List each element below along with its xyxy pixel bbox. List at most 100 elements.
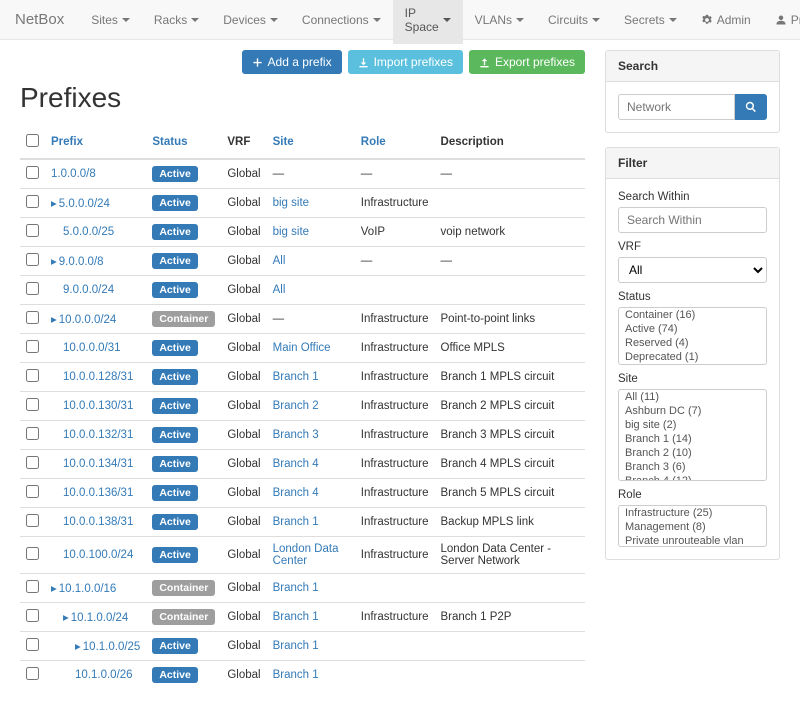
row-checkbox[interactable] (26, 638, 39, 651)
expand-icon[interactable]: ▸ (51, 198, 57, 210)
col-role[interactable]: Role (361, 136, 386, 148)
site-link[interactable]: big site (273, 197, 309, 209)
row-checkbox[interactable] (26, 311, 39, 324)
site-link[interactable]: Branch 1 (273, 371, 319, 383)
row-checkbox[interactable] (26, 580, 39, 593)
site-link[interactable]: Branch 1 (273, 516, 319, 528)
site-link[interactable]: All (273, 255, 286, 267)
row-checkbox[interactable] (26, 514, 39, 527)
prefix-link[interactable]: 10.0.0.134/31 (63, 458, 133, 470)
site-link[interactable]: big site (273, 226, 309, 238)
row-checkbox[interactable] (26, 369, 39, 382)
list-item[interactable]: Branch 4 (12) (619, 474, 766, 481)
site-link[interactable]: Branch 1 (273, 611, 319, 623)
search-input[interactable] (618, 94, 735, 120)
add-prefix-button[interactable]: Add a prefix (242, 50, 342, 74)
list-item[interactable]: Branch 3 (6) (619, 460, 766, 474)
prefix-link[interactable]: 10.0.0.0/31 (63, 342, 121, 354)
nav-profile[interactable]: Profile (763, 3, 800, 37)
list-item[interactable]: big site (2) (619, 418, 766, 432)
prefix-link[interactable]: 5.0.0.0/24 (59, 198, 110, 210)
site-link[interactable]: Branch 1 (273, 582, 319, 594)
status-badge: Active (152, 166, 198, 182)
prefix-link[interactable]: 10.0.100.0/24 (63, 549, 133, 561)
select-all-checkbox[interactable] (26, 134, 39, 147)
search-within-input[interactable] (618, 207, 767, 233)
row-checkbox[interactable] (26, 547, 39, 560)
expand-icon[interactable]: ▸ (75, 641, 81, 653)
row-checkbox[interactable] (26, 282, 39, 295)
list-item[interactable]: Infrastructure (25) (619, 506, 766, 520)
nav-secrets[interactable]: Secrets (612, 3, 689, 37)
row-checkbox[interactable] (26, 253, 39, 266)
site-link[interactable]: London Data Center (273, 543, 339, 567)
site-listbox[interactable]: All (11)Ashburn DC (7)big site (2)Branch… (618, 389, 767, 481)
prefix-link[interactable]: 10.0.0.138/31 (63, 516, 133, 528)
prefix-link[interactable]: 10.1.0.0/25 (83, 641, 141, 653)
expand-icon[interactable]: ▸ (51, 314, 57, 326)
vrf-select[interactable]: All (618, 257, 767, 283)
row-checkbox[interactable] (26, 485, 39, 498)
nav-admin[interactable]: Admin (689, 3, 763, 37)
list-item[interactable]: Branch 1 (14) (619, 432, 766, 446)
col-status[interactable]: Status (152, 136, 187, 148)
row-checkbox[interactable] (26, 667, 39, 680)
list-item[interactable]: Private unrouteable vlan (0) (619, 534, 766, 547)
site-link[interactable]: Branch 1 (273, 640, 319, 652)
prefix-link[interactable]: 10.1.0.0/26 (75, 669, 133, 681)
row-checkbox[interactable] (26, 456, 39, 469)
list-item[interactable]: Reserved (4) (619, 336, 766, 350)
expand-icon[interactable]: ▸ (51, 256, 57, 268)
col-site[interactable]: Site (273, 136, 294, 148)
search-button[interactable] (735, 94, 767, 120)
prefix-link[interactable]: 9.0.0.0/8 (59, 256, 104, 268)
row-checkbox[interactable] (26, 340, 39, 353)
nav-circuits[interactable]: Circuits (536, 3, 612, 37)
site-link[interactable]: Branch 2 (273, 400, 319, 412)
nav-vlans[interactable]: VLANs (463, 3, 536, 37)
role-listbox[interactable]: Infrastructure (25)Management (8)Private… (618, 505, 767, 547)
expand-icon[interactable]: ▸ (63, 612, 69, 624)
site-link[interactable]: Branch 4 (273, 487, 319, 499)
prefix-link[interactable]: 10.1.0.0/24 (71, 612, 129, 624)
prefix-link[interactable]: 10.0.0.130/31 (63, 400, 133, 412)
list-item[interactable]: Active (74) (619, 322, 766, 336)
export-prefixes-button[interactable]: Export prefixes (469, 50, 585, 74)
prefix-link[interactable]: 10.1.0.0/16 (59, 583, 117, 595)
nav-connections[interactable]: Connections (290, 3, 393, 37)
nav-devices[interactable]: Devices (211, 3, 290, 37)
row-checkbox[interactable] (26, 195, 39, 208)
col-prefix[interactable]: Prefix (51, 136, 83, 148)
list-item[interactable]: Management (8) (619, 520, 766, 534)
site-link[interactable]: Branch 4 (273, 458, 319, 470)
row-checkbox[interactable] (26, 166, 39, 179)
nav-sites[interactable]: Sites (79, 3, 142, 37)
site-link[interactable]: All (273, 284, 286, 296)
prefix-link[interactable]: 1.0.0.0/8 (51, 168, 96, 180)
status-listbox[interactable]: Container (16)Active (74)Reserved (4)Dep… (618, 307, 767, 365)
site-link[interactable]: Branch 1 (273, 669, 319, 681)
import-prefixes-button[interactable]: Import prefixes (348, 50, 463, 74)
nav-racks[interactable]: Racks (142, 3, 211, 37)
row-checkbox[interactable] (26, 427, 39, 440)
site-link[interactable]: Branch 3 (273, 429, 319, 441)
prefix-link[interactable]: 10.0.0.132/31 (63, 429, 133, 441)
list-item[interactable]: Ashburn DC (7) (619, 404, 766, 418)
nav-ip-space[interactable]: IP Space (393, 0, 463, 44)
prefix-link[interactable]: 9.0.0.0/24 (63, 284, 114, 296)
prefix-link[interactable]: 5.0.0.0/25 (63, 226, 114, 238)
list-item[interactable]: Container (16) (619, 308, 766, 322)
prefix-link[interactable]: 10.0.0.0/24 (59, 314, 117, 326)
expand-icon[interactable]: ▸ (51, 583, 57, 595)
row-checkbox[interactable] (26, 398, 39, 411)
table-row: 10.0.0.0/31ActiveGlobalMain OfficeInfras… (20, 334, 585, 363)
list-item[interactable]: Branch 2 (10) (619, 446, 766, 460)
row-checkbox[interactable] (26, 224, 39, 237)
prefix-link[interactable]: 10.0.0.136/31 (63, 487, 133, 499)
prefix-link[interactable]: 10.0.0.128/31 (63, 371, 133, 383)
row-checkbox[interactable] (26, 609, 39, 622)
site-link[interactable]: Main Office (273, 342, 331, 354)
brand[interactable]: NetBox (15, 11, 64, 28)
list-item[interactable]: All (11) (619, 390, 766, 404)
list-item[interactable]: Deprecated (1) (619, 350, 766, 364)
